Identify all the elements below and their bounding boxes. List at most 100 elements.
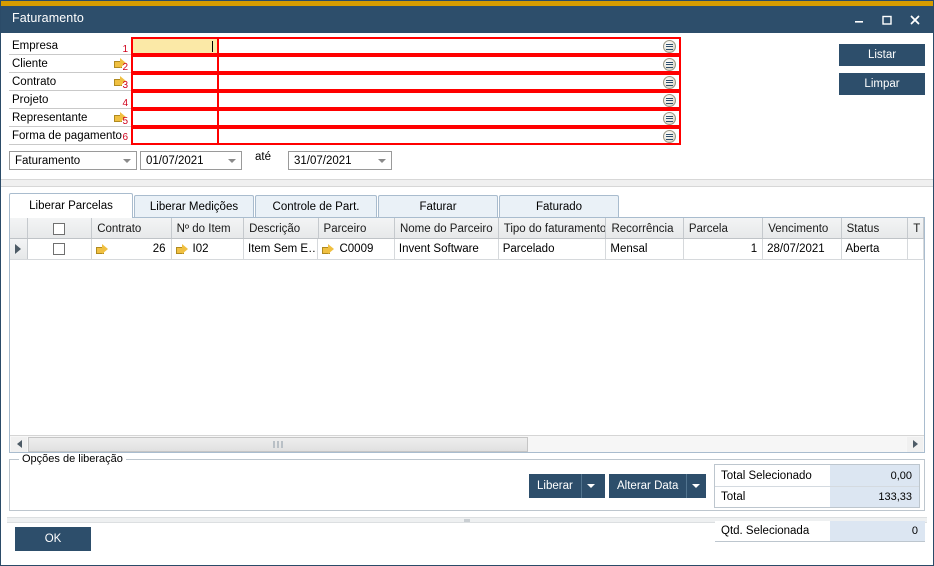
field-number: 5 (122, 116, 128, 127)
cliente-code-input[interactable] (133, 57, 217, 71)
cell-item: I02 (172, 239, 245, 259)
label-empresa: Empresa 1 (9, 37, 131, 55)
grid-header-contrato[interactable]: Contrato (92, 218, 172, 238)
form-row-forma-pagamento: Forma de pagamento 6 (9, 127, 681, 145)
date-from-value: 01/07/2021 (146, 154, 204, 167)
label-contrato: Contrato 3 (9, 73, 131, 91)
contrato-lookup-icon[interactable] (663, 76, 676, 89)
select-all-checkbox[interactable] (53, 222, 66, 235)
contrato-code-input[interactable] (133, 75, 217, 89)
grid-header-descricao[interactable]: Descrição (244, 218, 319, 238)
close-icon[interactable] (901, 6, 929, 33)
form-row-empresa: Empresa 1 (9, 37, 681, 55)
grid-header-status[interactable]: Status (841, 218, 909, 238)
minimize-icon[interactable] (845, 6, 873, 33)
qtd-selecionada-value: 0 (830, 521, 925, 541)
grid-header-vencimento[interactable]: Vencimento (763, 218, 842, 238)
tab-faturado[interactable]: Faturado (499, 195, 619, 218)
label-representante: Representante 5 (9, 109, 131, 127)
representante-lookup-icon[interactable] (663, 112, 676, 125)
field-number: 6 (122, 132, 128, 143)
chevron-down-icon (228, 159, 236, 163)
parcelas-grid: Contrato Nº do Item Descrição Parceiro N… (9, 217, 925, 453)
form-row-representante: Representante 5 (9, 109, 681, 127)
grid-header-nome[interactable]: Nome do Parceiro (394, 218, 499, 238)
cell-parceiro: C0009 (318, 239, 395, 259)
cell-status: Aberta (842, 239, 909, 259)
label-cliente: Cliente 2 (9, 55, 131, 73)
ok-button[interactable]: OK (15, 527, 91, 551)
total-label: Total (715, 487, 830, 507)
grid-header-indicator (10, 218, 28, 238)
totals-box: Total Selecionado 0,00 Total 133,33 (714, 464, 920, 508)
tab-liberar-parcelas[interactable]: Liberar Parcelas (9, 193, 133, 218)
form-row-projeto: Projeto 4 (9, 91, 681, 109)
liberar-button[interactable]: Liberar (529, 474, 605, 498)
form-divider (1, 179, 933, 187)
tab-strip: Liberar Parcelas Liberar Medições Contro… (9, 193, 620, 218)
scroll-right-icon[interactable] (907, 436, 923, 452)
input-group-projeto (131, 91, 681, 109)
tab-liberar-medicoes[interactable]: Liberar Medições (134, 195, 254, 218)
chevron-down-icon (123, 159, 131, 163)
tab-controle-de-part[interactable]: Controle de Part. (255, 195, 377, 218)
grid-header-parcela[interactable]: Parcela (683, 218, 764, 238)
row-indicator-icon (10, 239, 28, 259)
row-checkbox[interactable] (53, 243, 66, 255)
chevron-down-icon[interactable] (687, 484, 705, 488)
projeto-lookup-icon[interactable] (663, 94, 676, 107)
empresa-lookup-icon[interactable] (663, 40, 676, 53)
title-bar: Faturamento (1, 6, 933, 33)
grid-header-item[interactable]: Nº do Item (171, 218, 245, 238)
tab-faturar[interactable]: Faturar (378, 195, 498, 218)
scroll-left-icon[interactable] (11, 436, 27, 452)
total-value: 133,33 (830, 487, 919, 507)
listar-button[interactable]: Listar (839, 44, 925, 66)
goto-arrow-icon[interactable] (322, 243, 335, 254)
cell-parcela: 1 (684, 239, 764, 259)
date-from-input[interactable]: 01/07/2021 (140, 151, 242, 170)
forma-pagamento-code-input[interactable] (133, 129, 217, 143)
grid-header-select-all[interactable] (27, 218, 93, 238)
grid-horizontal-scrollbar[interactable] (10, 435, 924, 452)
field-number: 4 (122, 98, 128, 109)
label-forma-pagamento: Forma de pagamento 6 (9, 127, 131, 145)
total-selecionado-label: Total Selecionado (715, 465, 830, 486)
table-row[interactable]: 26 I02 Item Sem E… C0009 Invent Software… (10, 239, 925, 260)
scroll-track[interactable] (28, 436, 906, 452)
goto-arrow-icon[interactable] (96, 243, 109, 254)
forma-pagamento-lookup-icon[interactable] (663, 130, 676, 143)
alterar-data-button[interactable]: Alterar Data (609, 474, 706, 498)
cliente-lookup-icon[interactable] (663, 58, 676, 71)
chevron-down-icon[interactable] (582, 484, 600, 488)
grid-header-truncated[interactable]: T (908, 218, 924, 238)
row-select-cell[interactable] (28, 239, 93, 259)
maximize-icon[interactable] (873, 6, 901, 33)
date-to-input[interactable]: 31/07/2021 (288, 151, 392, 170)
empresa-code-input[interactable] (133, 39, 217, 53)
between-label: até (255, 151, 271, 163)
opcoes-liberacao-group: Opções de liberação Liberar Alterar Data… (9, 453, 925, 511)
form-row-cliente: Cliente 2 (9, 55, 681, 73)
projeto-code-input[interactable] (133, 93, 217, 107)
grid-header-parceiro[interactable]: Parceiro (318, 218, 395, 238)
cell-recorrencia: Mensal (606, 239, 684, 259)
grid-header-recorrencia[interactable]: Recorrência (606, 218, 684, 238)
cell-truncated (908, 239, 925, 259)
limpar-button[interactable]: Limpar (839, 73, 925, 95)
label-projeto: Projeto 4 (9, 91, 131, 109)
scroll-thumb[interactable] (28, 436, 528, 452)
input-group-representante (131, 109, 681, 127)
input-group-empresa (131, 37, 681, 55)
cell-contrato: 26 (92, 239, 172, 259)
goto-arrow-icon[interactable] (175, 243, 189, 254)
form-row-contrato: Contrato 3 (9, 73, 681, 91)
grid-header-tipo[interactable]: Tipo do faturamento (498, 218, 607, 238)
window-title: Faturamento (12, 11, 84, 25)
filter-form: Empresa 1 Cliente 2 Contrato 3 Projeto 4… (1, 33, 933, 179)
representante-code-input[interactable] (133, 111, 217, 125)
opcoes-liberacao-title: Opções de liberação (19, 453, 126, 465)
filter-type-select[interactable]: Faturamento (9, 151, 137, 170)
field-number: 3 (122, 80, 128, 91)
cell-tipo-faturamento: Parcelado (499, 239, 607, 259)
